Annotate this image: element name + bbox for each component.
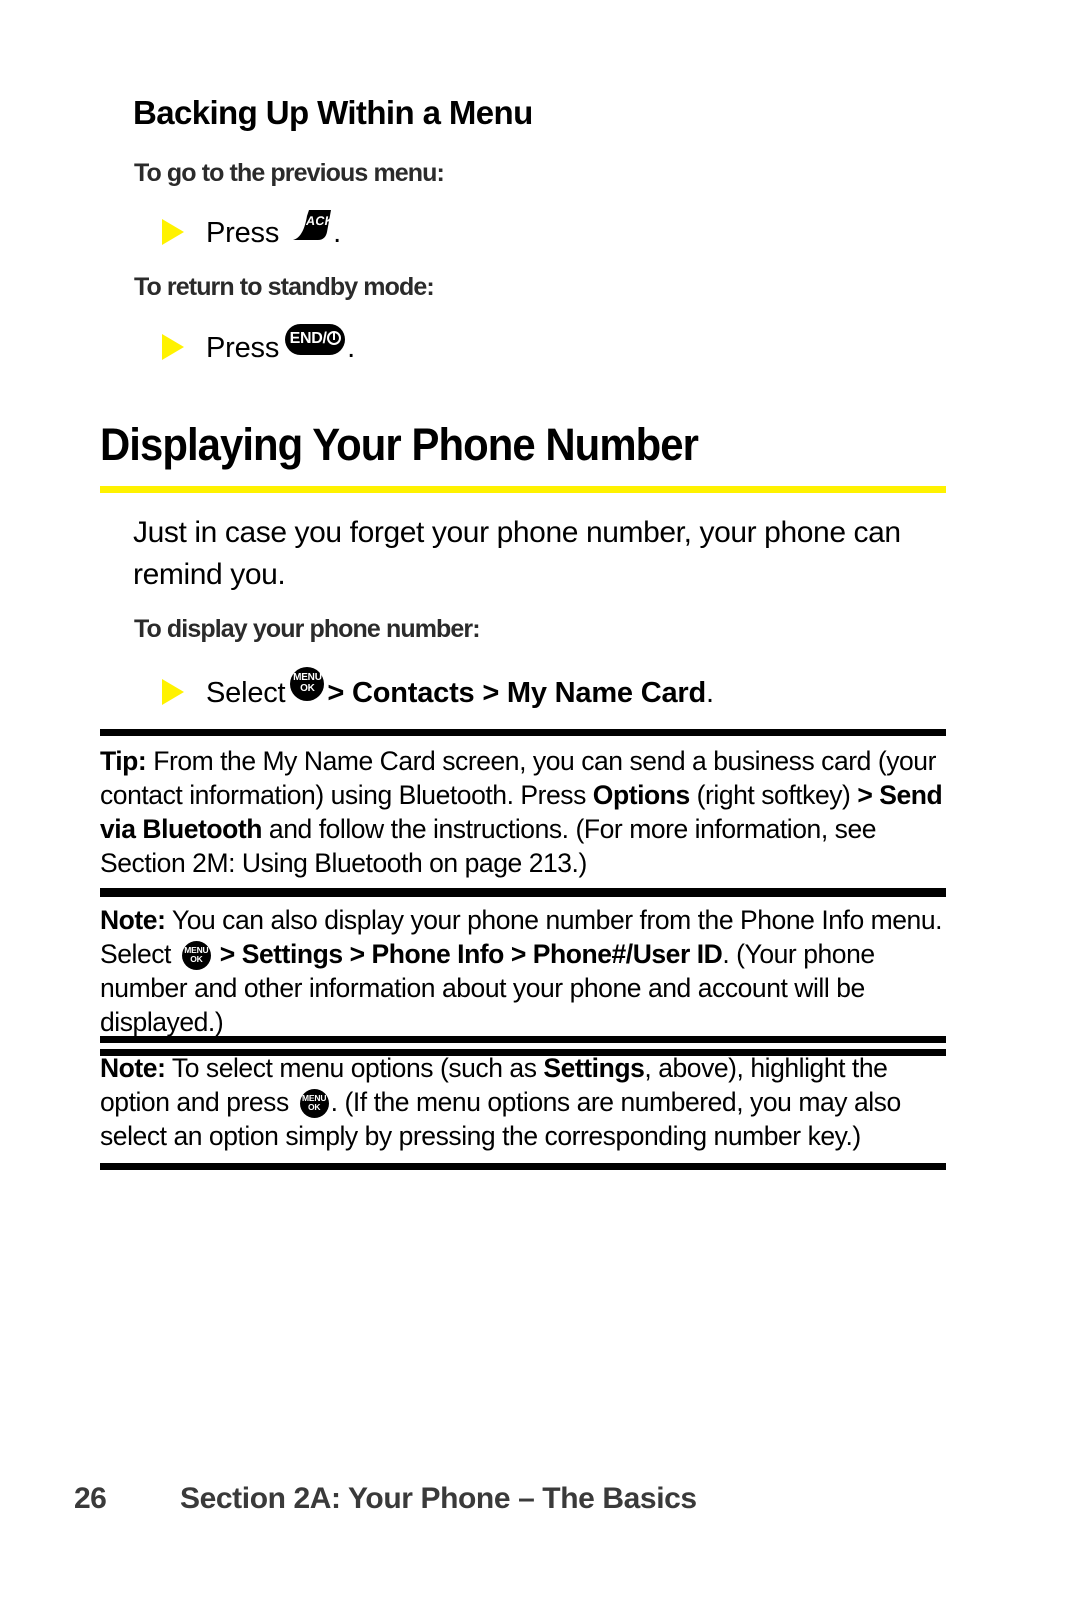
- bullet-triangle-icon: [162, 679, 184, 705]
- section-heading: Backing Up Within a Menu: [133, 94, 533, 131]
- callout-text: [213, 939, 220, 969]
- menu-ok-key-icon: MENU OK: [299, 1088, 329, 1118]
- menu-ok-key-line1: MENU: [293, 672, 322, 683]
- intro-paragraph: Just in case you forget your phone numbe…: [133, 516, 901, 591]
- step-press-end-suffix: .: [347, 332, 355, 364]
- callout-text: To select menu options (such as: [165, 1053, 544, 1083]
- footer-section-title: Section 2A: Your Phone – The Basics: [180, 1482, 697, 1515]
- callout-tip-text: Tip: From the My Name Card screen, you c…: [100, 744, 946, 880]
- back-key-label: BACK: [295, 214, 336, 228]
- step-press-back: Press BACK .: [162, 210, 341, 250]
- callout-tip: Tip: From the My Name Card screen, you c…: [100, 729, 946, 897]
- callout-emphasis: Options: [592, 780, 690, 810]
- subheading-standby-mode: To return to standby mode:: [134, 273, 435, 301]
- callout-lead: Note:: [100, 905, 166, 935]
- callout-note-phone-info-text: Note: You can also display your phone nu…: [100, 903, 946, 1039]
- menu-ok-key-line2: OK: [307, 1102, 321, 1112]
- end-key-label: END/: [285, 330, 345, 348]
- page-number: 26: [74, 1482, 107, 1515]
- callout-lead: Tip:: [100, 746, 147, 776]
- manual-page: Backing Up Within a Menu To go to the pr…: [0, 0, 1080, 1620]
- callout-note-menu-options-text: Note: To select menu options (such as Se…: [100, 1051, 946, 1153]
- subheading-previous-menu: To go to the previous menu:: [134, 159, 445, 187]
- page-title: Displaying Your Phone Number: [100, 419, 699, 470]
- title-underline-rule: [100, 486, 946, 493]
- callout-note-menu-options: Note: To select menu options (such as Se…: [100, 1036, 946, 1170]
- step-press-back-prefix: Press: [206, 217, 280, 249]
- menu-ok-key-icon: MENU OK: [290, 667, 325, 701]
- step-select-my-name-card: Select MENU OK > Contacts > My Name Card…: [162, 667, 714, 710]
- step-select-path: > Contacts > My Name Card: [327, 677, 706, 709]
- callout-lead: Note:: [100, 1053, 166, 1083]
- callout-emphasis: > Settings > Phone Info > Phone#/User ID: [219, 939, 723, 969]
- step-press-back-suffix: .: [333, 217, 341, 249]
- menu-ok-key-line2: OK: [190, 954, 203, 964]
- step-select-prefix: Select: [206, 677, 286, 709]
- page-footer: 26 Section 2A: Your Phone – The Basics: [74, 1482, 697, 1516]
- menu-ok-key-icon: MENU OK: [181, 940, 211, 970]
- bullet-triangle-icon: [162, 219, 184, 245]
- bullet-triangle-icon: [162, 334, 184, 360]
- end-key-icon: END/: [285, 324, 346, 355]
- step-select-suffix: .: [705, 677, 714, 709]
- power-icon: [326, 331, 341, 345]
- callout-emphasis: Settings: [543, 1053, 645, 1083]
- callout-text: (right softkey): [689, 780, 858, 810]
- callout-note-phone-info: Note: You can also display your phone nu…: [100, 888, 946, 1056]
- callout-emphasis: >: [857, 780, 873, 810]
- step-press-end-prefix: Press: [206, 332, 280, 364]
- step-press-end: Press END/ .: [162, 324, 355, 365]
- subheading-display-number: To display your phone number:: [134, 615, 481, 643]
- menu-ok-key-line2: OK: [300, 683, 315, 694]
- end-key-text: END/: [289, 330, 327, 347]
- back-key-icon: BACK: [285, 210, 335, 240]
